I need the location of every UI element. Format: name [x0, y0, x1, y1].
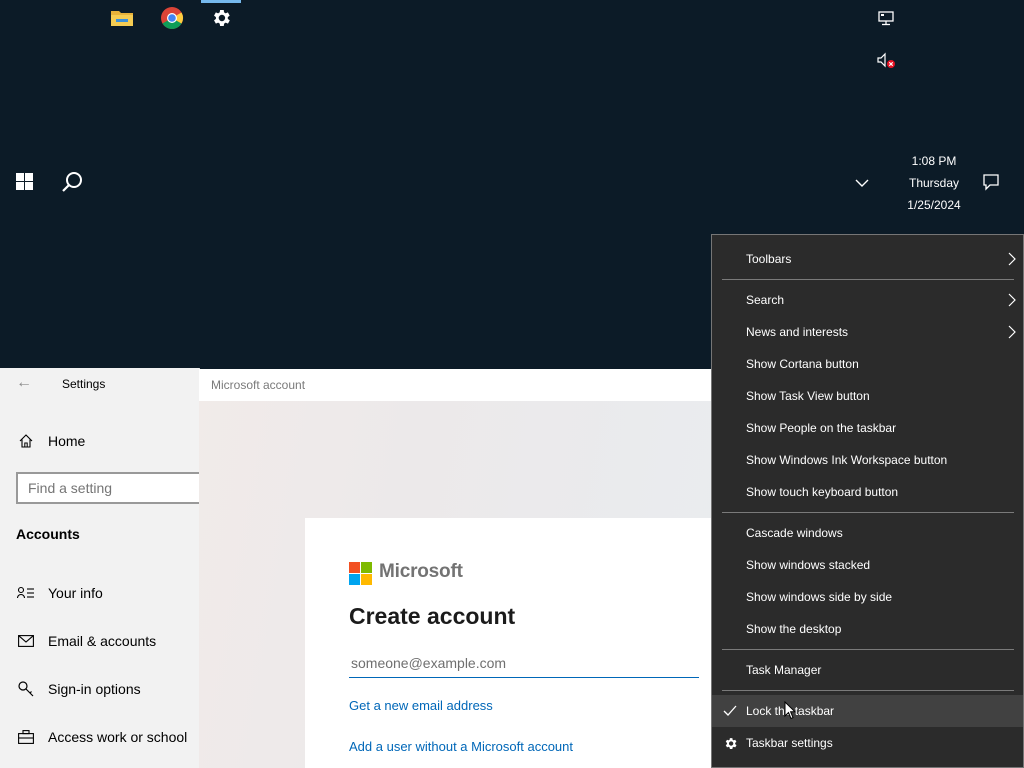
nav-home-label: Home — [48, 433, 86, 449]
menu-item-label: Show the desktop — [746, 622, 842, 636]
clock[interactable]: 1:08 PM Thursday 1/25/2024 — [898, 150, 970, 216]
menu-item-stacked[interactable]: Show windows stacked — [712, 549, 1023, 581]
chrome-icon — [160, 6, 184, 35]
menu-item-taskbar-settings[interactable]: Taskbar settings — [712, 727, 1023, 759]
menu-separator — [722, 690, 1014, 691]
menu-separator — [722, 512, 1014, 513]
sign-in-card: Microsoft Create account Get a new email… — [305, 518, 725, 768]
volume-muted-icon — [876, 51, 896, 74]
menu-item-task-manager[interactable]: Task Manager — [712, 654, 1023, 686]
action-center-button[interactable] — [978, 172, 1004, 196]
section-heading: Accounts — [16, 526, 80, 542]
chevron-right-icon — [1007, 324, 1017, 343]
microsoft-logo-icon — [349, 562, 372, 585]
add-user-without-msa-link[interactable]: Add a user without a Microsoft account — [349, 739, 573, 754]
home-icon — [16, 433, 36, 449]
checkmark-icon — [722, 703, 738, 719]
menu-item-task-view[interactable]: Show Task View button — [712, 380, 1023, 412]
active-indicator — [201, 0, 241, 3]
find-setting-input[interactable] — [16, 472, 216, 504]
menu-item-label: Show Windows Ink Workspace button — [746, 453, 948, 467]
menu-item-toolbars[interactable]: Toolbars — [712, 243, 1023, 275]
clock-time: 1:08 PM — [911, 154, 957, 168]
create-account-heading: Create account — [349, 603, 516, 629]
menu-item-cortana[interactable]: Show Cortana button — [712, 348, 1023, 380]
chevron-right-icon — [1007, 292, 1017, 311]
menu-item-label: Cascade windows — [746, 526, 843, 540]
menu-item-show-desktop[interactable]: Show the desktop — [712, 613, 1023, 645]
menu-item-label: Show People on the taskbar — [746, 421, 897, 435]
settings-window: ← Settings Home Accounts Your info — [0, 368, 216, 768]
mail-icon — [16, 635, 36, 647]
menu-item-ink-workspace[interactable]: Show Windows Ink Workspace button — [712, 444, 1023, 476]
microsoft-wordmark: Microsoft — [379, 561, 463, 582]
menu-item-label: Show Task View button — [746, 389, 870, 403]
clock-day: Thursday — [908, 176, 960, 190]
mouse-cursor-icon — [784, 700, 797, 723]
menu-item-search[interactable]: Search — [712, 284, 1023, 316]
menu-item-people[interactable]: Show People on the taskbar — [712, 412, 1023, 444]
your-info-icon — [16, 586, 36, 600]
chevron-down-icon — [855, 175, 869, 193]
email-field[interactable] — [349, 648, 699, 678]
settings-title: Settings — [62, 377, 106, 391]
menu-item-lock-taskbar[interactable]: Lock the taskbar — [712, 695, 1023, 727]
menu-item-label: Task Manager — [746, 663, 822, 677]
start-button[interactable] — [0, 164, 48, 204]
menu-separator — [722, 649, 1014, 650]
menu-item-label: Show windows side by side — [746, 590, 893, 604]
key-icon — [16, 681, 36, 697]
nav-email-accounts[interactable]: Email & accounts — [0, 621, 200, 661]
volume-button[interactable] — [872, 50, 900, 74]
nav-label: Access work or school — [48, 729, 188, 745]
search-icon — [60, 170, 84, 199]
nav-your-info[interactable]: Your info — [0, 573, 200, 613]
nav-access-work[interactable]: Access work or school — [0, 717, 200, 757]
windows-logo-icon — [15, 173, 33, 195]
dialog-title: Microsoft account — [199, 369, 711, 401]
menu-item-label: Taskbar settings — [746, 736, 833, 750]
clock-date: 1/25/2024 — [907, 198, 961, 212]
nav-home[interactable]: Home — [0, 421, 200, 461]
nav-label: Sign-in options — [48, 681, 141, 697]
get-new-email-link[interactable]: Get a new email address — [349, 698, 493, 713]
menu-item-news-interests[interactable]: News and interests — [712, 316, 1023, 348]
menu-separator — [722, 279, 1014, 280]
menu-item-label: Search — [746, 293, 785, 307]
network-icon — [877, 10, 895, 31]
nav-sign-in-options[interactable]: Sign-in options — [0, 669, 200, 709]
chrome-button[interactable] — [148, 0, 196, 40]
taskbar-context-menu: Toolbars Search News and interests Show … — [711, 234, 1024, 768]
settings-taskbar-button[interactable] — [197, 0, 245, 40]
nav-label: Email & accounts — [48, 633, 157, 649]
menu-item-cascade[interactable]: Cascade windows — [712, 517, 1023, 549]
show-hidden-icons-button[interactable] — [848, 172, 876, 196]
briefcase-icon — [16, 730, 36, 744]
microsoft-account-dialog: Microsoft account Microsoft Create accou… — [199, 369, 725, 768]
settings-gear-icon — [210, 7, 232, 34]
file-explorer-icon — [110, 8, 134, 33]
file-explorer-button[interactable] — [98, 0, 146, 40]
search-button[interactable] — [48, 164, 96, 204]
menu-item-touch-keyboard[interactable]: Show touch keyboard button — [712, 476, 1023, 508]
nav-label: Your info — [48, 585, 103, 601]
action-center-icon — [982, 173, 1000, 196]
gear-icon — [722, 735, 738, 751]
menu-item-label: Show touch keyboard button — [746, 485, 899, 499]
menu-item-label: Show windows stacked — [746, 558, 871, 572]
menu-item-label: Toolbars — [746, 252, 792, 266]
back-arrow-icon[interactable]: ← — [16, 374, 32, 392]
network-button[interactable] — [872, 8, 900, 32]
chevron-right-icon — [1007, 251, 1017, 270]
menu-item-label: Show Cortana button — [746, 357, 859, 371]
menu-item-label: News and interests — [746, 325, 849, 339]
menu-item-side-by-side[interactable]: Show windows side by side — [712, 581, 1023, 613]
